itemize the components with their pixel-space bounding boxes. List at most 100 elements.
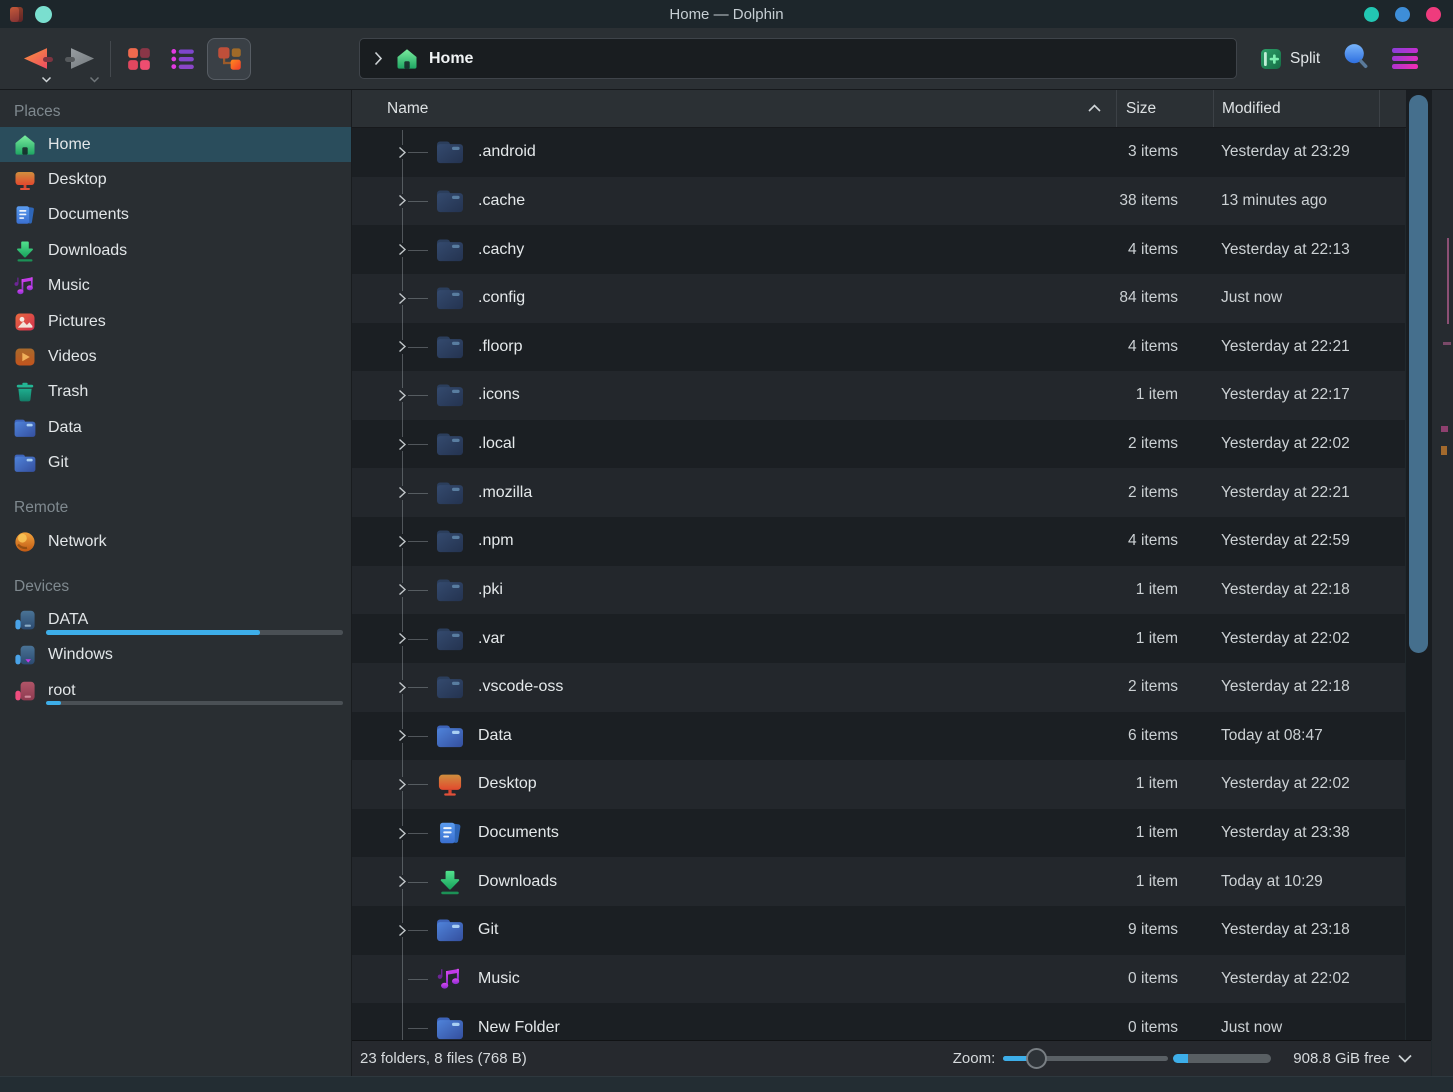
file-row[interactable]: Git9 itemsYesterday at 23:18 xyxy=(352,906,1405,955)
file-row[interactable]: Desktop1 itemYesterday at 22:02 xyxy=(352,760,1405,809)
file-row[interactable]: .cache38 items13 minutes ago xyxy=(352,177,1405,226)
folder-icon xyxy=(13,416,37,440)
sidebar-item-network[interactable]: Network xyxy=(0,524,351,559)
sidebar-item-documents[interactable]: Documents xyxy=(0,198,351,233)
back-button[interactable] xyxy=(16,39,54,79)
sidebar-item-git[interactable]: Git xyxy=(0,446,351,481)
file-modified: Yesterday at 22:21 xyxy=(1221,338,1350,356)
file-modified: Yesterday at 23:29 xyxy=(1221,143,1350,161)
sidebar-item-downloads[interactable]: Downloads xyxy=(0,233,351,268)
location-bar[interactable]: Home xyxy=(359,38,1237,79)
file-modified: Yesterday at 23:38 xyxy=(1221,824,1350,842)
downloads-icon xyxy=(435,868,465,896)
expand-chevron-icon[interactable] xyxy=(397,534,408,548)
file-row[interactable]: .mozilla2 itemsYesterday at 22:21 xyxy=(352,468,1405,517)
file-row[interactable]: .config84 itemsJust now xyxy=(352,274,1405,323)
expand-chevron-icon[interactable] xyxy=(397,923,408,937)
forward-button[interactable] xyxy=(64,39,102,79)
sidebar-item-home[interactable]: Home xyxy=(0,127,351,162)
expand-chevron-icon[interactable] xyxy=(397,583,408,597)
folder-icon xyxy=(13,451,37,475)
expand-chevron-icon[interactable] xyxy=(397,388,408,402)
expand-chevron-icon[interactable] xyxy=(397,632,408,646)
window-button-close[interactable] xyxy=(1426,7,1441,22)
file-row[interactable]: New Folder0 itemsJust now xyxy=(352,1003,1405,1040)
folder-hidden-icon xyxy=(435,576,465,604)
details-view-button[interactable] xyxy=(207,38,251,80)
file-row[interactable]: .var1 itemYesterday at 22:02 xyxy=(352,614,1405,663)
free-space-label: 908.8 GiB free xyxy=(1293,1050,1390,1067)
zoom-slider-handle[interactable] xyxy=(1026,1048,1047,1069)
downloads-icon xyxy=(13,239,37,263)
hamburger-icon xyxy=(1392,48,1418,52)
file-modified: Yesterday at 23:18 xyxy=(1221,921,1350,939)
file-row[interactable]: .icons1 itemYesterday at 22:17 xyxy=(352,371,1405,420)
file-row[interactable]: .android3 itemsYesterday at 23:29 xyxy=(352,128,1405,177)
expand-chevron-icon[interactable] xyxy=(397,194,408,208)
file-row[interactable]: .floorp4 itemsYesterday at 22:21 xyxy=(352,323,1405,372)
expand-chevron-icon[interactable] xyxy=(397,680,408,694)
expand-chevron-icon[interactable] xyxy=(397,777,408,791)
folder-hidden-icon xyxy=(435,673,465,701)
file-modified: Yesterday at 22:02 xyxy=(1221,435,1350,453)
file-name: Data xyxy=(478,727,512,745)
column-header-size[interactable]: Size xyxy=(1117,90,1213,127)
trash-icon xyxy=(13,380,37,404)
expand-chevron-icon[interactable] xyxy=(397,145,408,159)
sidebar-item-data[interactable]: DATA xyxy=(0,602,351,637)
file-row[interactable]: .cachy4 itemsYesterday at 22:13 xyxy=(352,225,1405,274)
zoom-slider[interactable] xyxy=(1003,1048,1168,1070)
forward-dropdown-chevron-icon[interactable] xyxy=(89,76,100,83)
file-row[interactable]: .vscode-oss2 itemsYesterday at 22:18 xyxy=(352,663,1405,712)
tree-branch xyxy=(408,347,428,348)
icons-view-button[interactable] xyxy=(119,38,159,80)
free-space-chevron-icon[interactable] xyxy=(1397,1053,1413,1064)
column-header-name[interactable]: Name xyxy=(352,90,1116,127)
sidebar-item-root[interactable]: root xyxy=(0,673,351,708)
expand-chevron-icon[interactable] xyxy=(397,437,408,451)
window-button-maximize[interactable] xyxy=(1395,7,1410,22)
hamburger-menu-button[interactable] xyxy=(1392,48,1418,68)
file-row[interactable]: .local2 itemsYesterday at 22:02 xyxy=(352,420,1405,469)
zoom-label: Zoom: xyxy=(953,1050,996,1067)
sidebar-item-windows[interactable]: Windows xyxy=(0,638,351,673)
sidebar-item-data[interactable]: Data xyxy=(0,410,351,445)
search-button[interactable] xyxy=(1342,42,1370,75)
window-button-minimize[interactable] xyxy=(1364,7,1379,22)
file-row[interactable]: Documents1 itemYesterday at 23:38 xyxy=(352,809,1405,858)
scrollbar-track[interactable] xyxy=(1406,90,1432,1040)
back-dropdown-chevron-icon[interactable] xyxy=(41,76,52,83)
scrollbar-thumb[interactable] xyxy=(1409,95,1428,653)
sidebar-item-desktop[interactable]: Desktop xyxy=(0,162,351,197)
search-icon xyxy=(1342,42,1370,70)
sidebar-item-label: Data xyxy=(48,419,82,437)
file-row[interactable]: .npm4 itemsYesterday at 22:59 xyxy=(352,517,1405,566)
tree-branch xyxy=(408,152,428,153)
breadcrumb[interactable]: Home xyxy=(395,47,473,71)
compact-view-button[interactable] xyxy=(163,38,203,80)
expand-chevron-icon[interactable] xyxy=(397,243,408,257)
home-icon xyxy=(395,47,419,71)
expand-chevron-icon[interactable] xyxy=(397,875,408,889)
expand-chevron-icon[interactable] xyxy=(397,729,408,743)
file-row[interactable]: Music0 itemsYesterday at 22:02 xyxy=(352,955,1405,1004)
expand-chevron-icon[interactable] xyxy=(397,291,408,305)
expand-chevron-icon[interactable] xyxy=(397,486,408,500)
tree-branch xyxy=(408,201,428,202)
drive-root-icon xyxy=(13,679,37,703)
sidebar-item-pictures[interactable]: Pictures xyxy=(0,304,351,339)
file-modified: Yesterday at 22:02 xyxy=(1221,970,1350,988)
tree-branch xyxy=(408,639,428,640)
sidebar-item-trash[interactable]: Trash xyxy=(0,375,351,410)
sidebar-item-music[interactable]: Music xyxy=(0,269,351,304)
sidebar-item-videos[interactable]: Videos xyxy=(0,339,351,374)
file-row[interactable]: Downloads1 itemToday at 10:29 xyxy=(352,857,1405,906)
folder-hidden-icon xyxy=(435,625,465,653)
music-icon xyxy=(435,965,465,993)
file-row[interactable]: .pki1 itemYesterday at 22:18 xyxy=(352,566,1405,615)
expand-chevron-icon[interactable] xyxy=(397,340,408,354)
column-header-modified[interactable]: Modified xyxy=(1214,90,1379,127)
expand-chevron-icon[interactable] xyxy=(397,826,408,840)
file-row[interactable]: Data6 itemsToday at 08:47 xyxy=(352,712,1405,761)
split-button[interactable]: Split xyxy=(1259,47,1320,71)
